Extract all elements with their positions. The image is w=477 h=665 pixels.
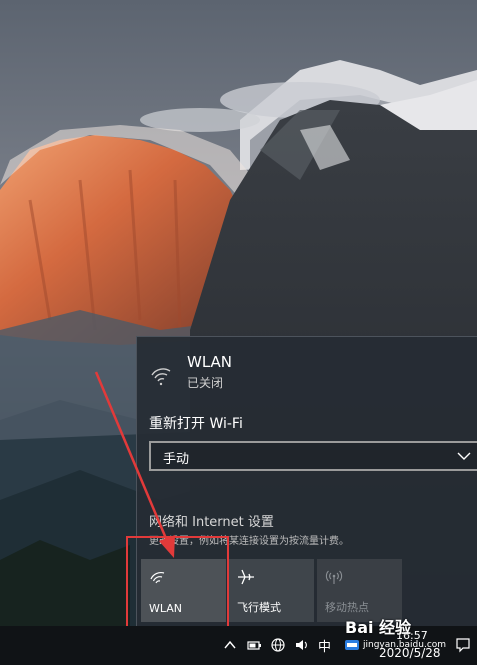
network-globe-icon[interactable] <box>270 637 286 653</box>
reconnect-select-value: 手动 <box>163 452 190 467</box>
watermark-url: jingyan.baidu.com <box>363 640 447 650</box>
airplane-icon <box>238 569 254 585</box>
ime-indicator[interactable]: 中 <box>318 636 331 655</box>
network-name: WLAN <box>187 353 233 371</box>
annotation-highlight-box <box>126 536 229 628</box>
chevron-down-icon <box>457 452 471 460</box>
quick-action-hotspot[interactable]: 移动热点 <box>317 559 402 622</box>
baidu-jingyan-watermark: Bai 经验 jingyan.baidu.com <box>345 614 455 650</box>
reconnect-wifi-label: 重新打开 Wi-Fi <box>149 416 243 432</box>
wifi-off-icon <box>151 368 171 386</box>
network-status: 已关闭 <box>187 376 224 390</box>
chevron-up-icon[interactable] <box>222 637 238 653</box>
network-item-wlan[interactable]: WLAN 已关闭 <box>137 337 477 393</box>
reconnect-wifi-select[interactable]: 手动 <box>149 441 477 471</box>
quick-action-airplane-label: 飞行模式 <box>237 601 281 614</box>
watermark-logo: Bai 经验 <box>345 618 412 637</box>
quick-action-airplane[interactable]: 飞行模式 <box>229 559 314 622</box>
hotspot-icon <box>325 570 343 584</box>
battery-icon[interactable] <box>246 637 262 653</box>
volume-icon[interactable] <box>294 637 310 653</box>
quick-action-hotspot-label: 移动热点 <box>325 601 369 614</box>
ifly-icon[interactable] <box>344 637 360 653</box>
network-settings-link[interactable]: 网络和 Internet 设置 <box>149 511 274 530</box>
notification-icon[interactable] <box>455 637 471 653</box>
